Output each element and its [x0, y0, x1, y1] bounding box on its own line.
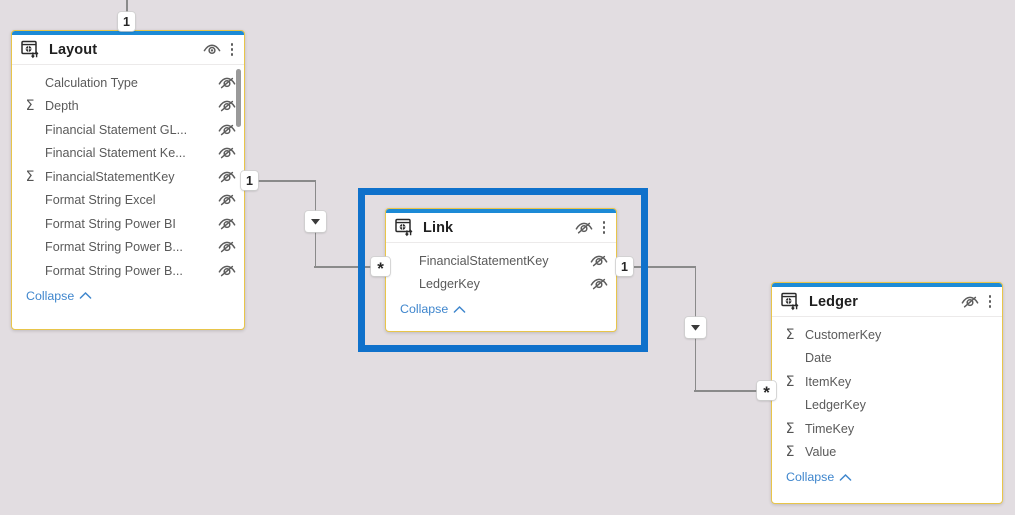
- model-view-canvas[interactable]: 1 1 * 1 * Layout Calculation Type Σ Dept…: [0, 0, 1015, 515]
- collapse-button-layout[interactable]: Collapse: [12, 285, 244, 310]
- cardinality-badge-layout-top[interactable]: 1: [118, 12, 135, 31]
- field-row[interactable]: LedgerKey: [772, 394, 1002, 418]
- aggregate-icon: Σ: [25, 168, 35, 185]
- field-name: FinancialStatementKey: [419, 253, 549, 268]
- field-name: FinancialStatementKey: [45, 169, 175, 184]
- field-name: LedgerKey: [805, 398, 866, 413]
- field-list-scrollbar-layout[interactable]: [236, 69, 241, 127]
- field-list-ledger[interactable]: Σ CustomerKey Date Σ ItemKey LedgerKey Σ…: [772, 317, 1002, 466]
- field-row[interactable]: LedgerKey: [386, 273, 616, 297]
- more-options-icon-link[interactable]: [600, 221, 608, 234]
- cardinality-badge-link-many[interactable]: *: [371, 257, 390, 277]
- cardinality-badge-layout-one[interactable]: 1: [241, 171, 258, 190]
- table-header-layout[interactable]: Layout: [12, 35, 244, 65]
- table-title-layout: Layout: [49, 41, 98, 58]
- field-row[interactable]: Σ Value: [772, 441, 1002, 465]
- table-title-ledger: Ledger: [809, 293, 858, 310]
- field-name: Value: [805, 445, 837, 460]
- field-row[interactable]: Σ Depth: [12, 95, 244, 119]
- table-source-icon: [781, 292, 800, 311]
- table-header-ledger[interactable]: Ledger: [772, 287, 1002, 317]
- field-name: Calculation Type: [45, 75, 138, 90]
- field-row[interactable]: Format String Excel: [12, 189, 244, 213]
- field-row[interactable]: Σ TimeKey: [772, 417, 1002, 441]
- table-card-link[interactable]: Link FinancialStatementKey LedgerKey Col…: [385, 208, 617, 332]
- field-row[interactable]: Format String Power B...: [12, 259, 244, 283]
- filter-direction-down-icon-link-ledger[interactable]: [685, 317, 706, 338]
- field-name: CustomerKey: [805, 327, 882, 342]
- eye-hidden-icon[interactable]: [218, 146, 236, 160]
- eye-hidden-icon[interactable]: [218, 170, 236, 184]
- field-name: Format String Power BI: [45, 216, 176, 231]
- field-name: Financial Statement GL...: [45, 122, 188, 137]
- eye-hidden-icon-link[interactable]: [575, 221, 593, 235]
- collapse-button-link[interactable]: Collapse: [386, 298, 616, 323]
- field-list-link[interactable]: FinancialStatementKey LedgerKey: [386, 243, 616, 298]
- aggregate-icon: Σ: [785, 444, 795, 461]
- field-row[interactable]: Σ CustomerKey: [772, 323, 1002, 347]
- field-row[interactable]: Format String Power BI: [12, 212, 244, 236]
- field-row[interactable]: Financial Statement Ke...: [12, 142, 244, 166]
- field-name: ItemKey: [805, 374, 852, 389]
- field-row[interactable]: Format String Power B...: [12, 236, 244, 260]
- eye-hidden-icon[interactable]: [218, 123, 236, 137]
- field-name: LedgerKey: [419, 277, 480, 292]
- eye-hidden-icon[interactable]: [218, 217, 236, 231]
- aggregate-icon: Σ: [25, 98, 35, 115]
- field-name: Format String Power B...: [45, 263, 183, 278]
- eye-hidden-icon-ledger[interactable]: [961, 295, 979, 309]
- chevron-up-icon: [839, 473, 852, 482]
- collapse-label: Collapse: [26, 288, 75, 303]
- table-header-link[interactable]: Link: [386, 213, 616, 243]
- field-row[interactable]: Calculation Type: [12, 71, 244, 95]
- eye-hidden-icon[interactable]: [218, 240, 236, 254]
- table-source-icon: [21, 40, 40, 59]
- eye-hidden-icon[interactable]: [590, 277, 608, 291]
- field-row[interactable]: Σ ItemKey: [772, 370, 1002, 394]
- field-row[interactable]: FinancialStatementKey: [386, 249, 616, 273]
- eye-hidden-icon[interactable]: [218, 193, 236, 207]
- filter-direction-down-icon-layout-link[interactable]: [305, 211, 326, 232]
- table-title-link: Link: [423, 219, 454, 236]
- more-options-icon-ledger[interactable]: [986, 295, 994, 308]
- table-card-ledger[interactable]: Ledger Σ CustomerKey Date Σ ItemKey Ledg…: [771, 282, 1003, 504]
- collapse-label: Collapse: [786, 470, 835, 484]
- field-row[interactable]: Financial Statement GL...: [12, 118, 244, 142]
- collapse-label: Collapse: [400, 302, 449, 316]
- field-name: Depth: [45, 99, 79, 114]
- eye-hidden-icon[interactable]: [218, 264, 236, 278]
- cardinality-badge-link-one[interactable]: 1: [616, 257, 633, 276]
- field-name: Format String Power B...: [45, 240, 183, 255]
- eye-visible-icon-layout[interactable]: [203, 43, 221, 57]
- more-options-icon-layout[interactable]: [228, 43, 236, 56]
- eye-hidden-icon[interactable]: [590, 254, 608, 268]
- table-card-layout[interactable]: Layout Calculation Type Σ Depth Financia…: [11, 30, 245, 330]
- relationship-line-layout-link-a[interactable]: [256, 180, 316, 182]
- field-name: TimeKey: [805, 421, 855, 436]
- eye-hidden-icon[interactable]: [218, 76, 236, 90]
- aggregate-icon: Σ: [785, 373, 795, 390]
- chevron-up-icon: [79, 291, 92, 300]
- chevron-up-icon: [453, 305, 466, 314]
- collapse-button-ledger[interactable]: Collapse: [772, 466, 1002, 491]
- table-source-icon: [395, 218, 414, 237]
- field-name: Date: [805, 351, 832, 366]
- field-list-layout[interactable]: Calculation Type Σ Depth Financial State…: [12, 65, 244, 285]
- field-name: Format String Excel: [45, 193, 156, 208]
- field-name: Financial Statement Ke...: [45, 146, 186, 161]
- aggregate-icon: Σ: [785, 420, 795, 437]
- aggregate-icon: Σ: [785, 326, 795, 343]
- eye-hidden-icon[interactable]: [218, 99, 236, 113]
- field-row[interactable]: Σ FinancialStatementKey: [12, 165, 244, 189]
- field-row[interactable]: Date: [772, 347, 1002, 371]
- cardinality-badge-ledger-many[interactable]: *: [757, 381, 776, 401]
